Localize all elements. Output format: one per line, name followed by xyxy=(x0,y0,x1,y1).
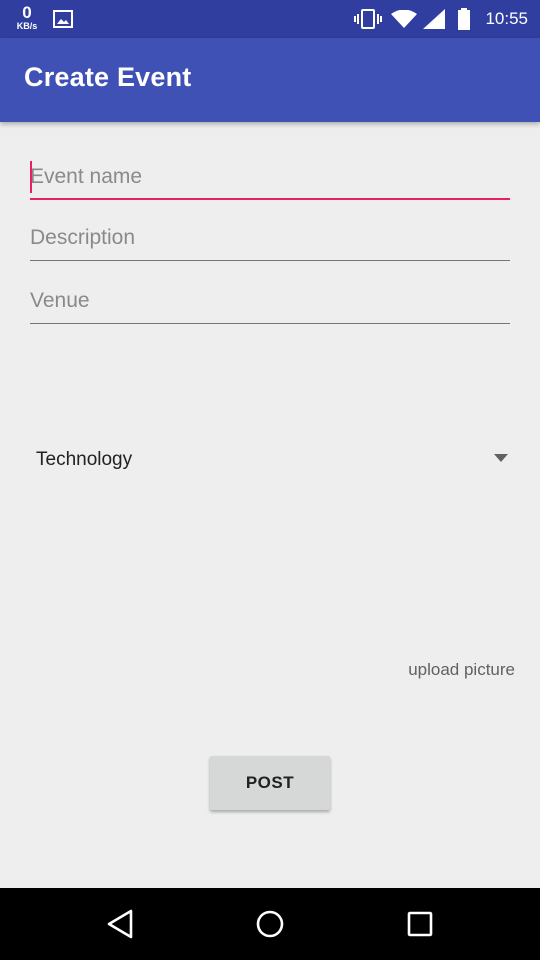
status-bar: 0 KB/s 10:55 xyxy=(0,0,540,38)
network-speed-unit: KB/s xyxy=(16,21,38,31)
battery-icon xyxy=(458,8,470,30)
network-speed-value: 0 xyxy=(22,3,32,22)
navigation-bar xyxy=(0,888,540,960)
event-name-field[interactable] xyxy=(30,156,510,200)
post-button[interactable]: POST xyxy=(210,756,330,810)
app-bar: Create Event xyxy=(0,38,540,122)
text-cursor xyxy=(30,161,32,193)
venue-underline xyxy=(30,323,510,324)
wifi-icon xyxy=(391,10,417,28)
recents-icon[interactable] xyxy=(402,906,438,942)
signal-icon xyxy=(423,9,445,29)
venue-field[interactable] xyxy=(30,280,510,324)
page-title: Create Event xyxy=(24,62,192,92)
back-icon[interactable] xyxy=(102,906,138,942)
image-icon xyxy=(53,10,73,28)
network-speed: 0 KB/s xyxy=(14,4,40,31)
description-field[interactable] xyxy=(30,217,510,261)
event-name-input[interactable] xyxy=(30,156,510,198)
category-selected-value: Technology xyxy=(36,449,133,470)
venue-input[interactable] xyxy=(30,280,510,322)
event-name-underline xyxy=(30,198,510,200)
clock: 10:55 xyxy=(485,9,528,28)
description-input[interactable] xyxy=(30,217,510,259)
description-underline xyxy=(30,260,510,261)
home-icon[interactable] xyxy=(252,906,288,942)
vibrate-icon xyxy=(354,9,382,29)
upload-picture-link[interactable]: upload picture xyxy=(408,660,515,680)
dropdown-arrow-icon xyxy=(494,454,508,462)
category-spinner[interactable]: Technology xyxy=(30,440,516,480)
